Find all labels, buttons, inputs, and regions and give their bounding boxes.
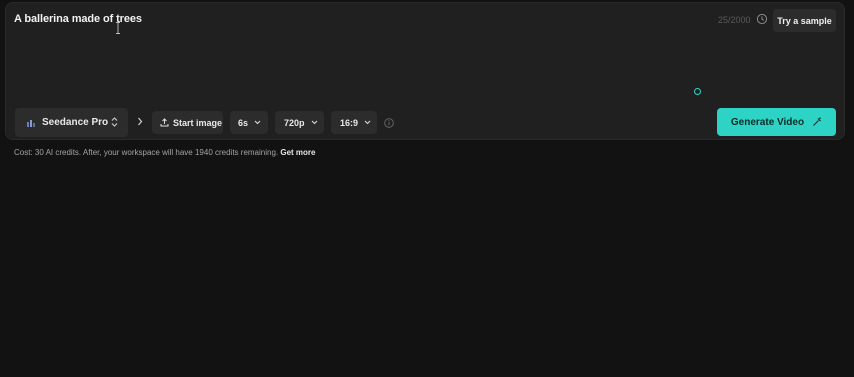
try-sample-button[interactable]: Try a sample bbox=[773, 9, 836, 32]
duration-value: 6s bbox=[238, 117, 249, 128]
history-icon[interactable] bbox=[756, 13, 768, 25]
wand-icon bbox=[813, 117, 821, 126]
generate-label: Generate Video bbox=[730, 116, 805, 128]
model-selector[interactable]: Seedance Pro bbox=[15, 108, 128, 137]
get-more-link[interactable]: Get more bbox=[280, 148, 315, 157]
aspect-ratio-select[interactable]: 16:9 bbox=[331, 111, 377, 134]
cost-info: Cost: 30 AI credits. After, your workspa… bbox=[14, 148, 315, 157]
duration-select[interactable]: 6s bbox=[230, 111, 268, 134]
chevron-down-icon bbox=[364, 120, 371, 125]
ibeam-cursor-icon bbox=[116, 22, 120, 34]
char-count: 25/2000 bbox=[718, 15, 751, 25]
chevron-down-icon bbox=[254, 120, 261, 125]
cost-text: Cost: 30 AI credits. After, your workspa… bbox=[14, 148, 279, 157]
chevron-down-icon bbox=[311, 120, 317, 125]
upload-icon bbox=[160, 118, 169, 127]
info-icon[interactable] bbox=[384, 118, 394, 128]
resolution-select[interactable]: 720p bbox=[275, 111, 324, 134]
prompt-input[interactable]: A ballerina made of trees bbox=[14, 13, 142, 25]
prompt-panel: A ballerina made of trees 25/2000 Try a … bbox=[5, 2, 845, 140]
updown-icon bbox=[111, 117, 118, 127]
model-label: Seedance Pro bbox=[42, 117, 109, 128]
start-image-label: Start image bbox=[173, 117, 223, 128]
resolution-value: 720p bbox=[284, 117, 305, 128]
generate-video-button[interactable]: Generate Video bbox=[717, 108, 836, 136]
start-image-button[interactable]: Start image bbox=[152, 111, 223, 134]
chevron-right-icon[interactable] bbox=[137, 117, 143, 126]
aspect-ratio-value: 16:9 bbox=[340, 117, 359, 128]
model-logo-icon bbox=[27, 119, 35, 127]
status-dot-icon bbox=[694, 88, 701, 95]
